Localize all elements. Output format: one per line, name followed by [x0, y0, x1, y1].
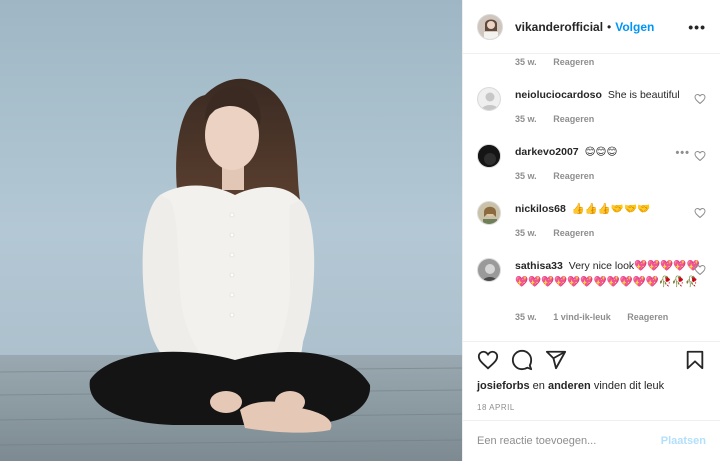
post-header: vikanderofficial • Volgen •••: [463, 0, 720, 54]
comment-text: 👍👍👍🤝🤝🤝: [571, 203, 651, 215]
heart-icon[interactable]: [477, 349, 499, 371]
comment-time: 35 w.: [515, 228, 537, 238]
post-actions-bar: [463, 341, 720, 377]
more-options-button[interactable]: •••: [688, 19, 706, 35]
comment-body: nickilos68 👍👍👍🤝🤝🤝: [515, 201, 705, 217]
reply-button[interactable]: Reageren: [553, 57, 594, 67]
comment-text: She is beautiful: [607, 89, 680, 101]
comment-options-button[interactable]: •••: [675, 147, 690, 159]
comment-body: sathisa33 Very nice look💖💖💖💖💖💖💖💖💖💖💖💖💖💖💖💖…: [515, 258, 705, 290]
comment-meta: 35 w. Reageren: [515, 57, 608, 67]
likes-summary: josieforbs en anderen vinden dit leuk: [477, 380, 664, 392]
comment-meta: 35 w. 1 vind-ik-leuk Reageren: [515, 312, 682, 322]
author-avatar-image: [478, 14, 502, 39]
commenter-avatar[interactable]: [477, 144, 501, 168]
reply-button[interactable]: Reageren: [553, 228, 594, 238]
likes-conjunction: en: [532, 380, 545, 392]
author-avatar[interactable]: [477, 13, 503, 40]
post-comment-button[interactable]: Plaatsen: [661, 435, 706, 447]
add-comment-bar: Een reactie toevoegen... Plaatsen: [463, 420, 720, 461]
others-link[interactable]: anderen: [548, 380, 591, 392]
author-username[interactable]: vikanderofficial: [515, 20, 603, 34]
portrait-illustration: [0, 0, 462, 461]
like-comment-heart-icon[interactable]: [694, 207, 706, 219]
post-date[interactable]: 18 APRIL: [477, 403, 515, 412]
liker-username[interactable]: josieforbs: [477, 380, 530, 392]
comment-time: 35 w.: [515, 114, 537, 124]
reply-button[interactable]: Reageren: [553, 171, 594, 181]
post-photo[interactable]: [0, 0, 462, 461]
comment-text: 😊😊😊: [584, 146, 618, 158]
comment-time: 35 w.: [515, 57, 537, 67]
follow-button[interactable]: Volgen: [615, 20, 654, 34]
commenter-username[interactable]: darkevo2007: [515, 146, 579, 158]
comment-meta: 35 w. Reageren: [515, 171, 608, 181]
comment-item: sathisa33 Very nice look💖💖💖💖💖💖💖💖💖💖💖💖💖💖💖💖…: [477, 258, 706, 290]
commenter-avatar[interactable]: [477, 258, 501, 282]
commenter-username[interactable]: nickilos68: [515, 203, 566, 215]
reply-button[interactable]: Reageren: [627, 312, 668, 322]
dark-avatar-image: [478, 145, 500, 167]
bookmark-icon[interactable]: [684, 349, 706, 371]
comment-item: neioluciocardoso She is beautiful: [477, 87, 706, 111]
comment-icon[interactable]: [511, 349, 533, 371]
comment-input[interactable]: Een reactie toevoegen...: [477, 435, 596, 447]
comment-meta: 35 w. Reageren: [515, 228, 608, 238]
reply-button[interactable]: Reageren: [553, 114, 594, 124]
default-avatar-icon: [478, 88, 500, 110]
comment-item: nickilos68 👍👍👍🤝🤝🤝: [477, 201, 706, 225]
post-side-panel: vikanderofficial • Volgen ••• 35 w. Reag…: [462, 0, 720, 461]
comment-like-count[interactable]: 1 vind-ik-leuk: [553, 312, 611, 322]
photo-avatar-image: [478, 202, 500, 224]
comments-list[interactable]: 35 w. Reageren neioluciocardoso She is b…: [463, 54, 720, 341]
comment-meta: 35 w. Reageren: [515, 114, 608, 124]
commenter-username[interactable]: sathisa33: [515, 260, 563, 272]
paper-plane-icon[interactable]: [545, 349, 567, 371]
likes-suffix: vinden dit leuk: [593, 380, 665, 392]
like-comment-heart-icon[interactable]: [694, 264, 706, 276]
comment-body: neioluciocardoso She is beautiful: [515, 87, 705, 103]
header-separator: •: [607, 19, 612, 34]
comment-item: darkevo2007 😊😊😊 •••: [477, 144, 706, 168]
commenter-avatar[interactable]: [477, 201, 501, 225]
comment-time: 35 w.: [515, 312, 537, 322]
commenter-username[interactable]: neioluciocardoso: [515, 89, 602, 101]
like-comment-heart-icon[interactable]: [694, 150, 706, 162]
commenter-avatar[interactable]: [477, 87, 501, 111]
like-comment-heart-icon[interactable]: [694, 93, 706, 105]
comment-time: 35 w.: [515, 171, 537, 181]
grey-avatar-image: [478, 259, 500, 281]
